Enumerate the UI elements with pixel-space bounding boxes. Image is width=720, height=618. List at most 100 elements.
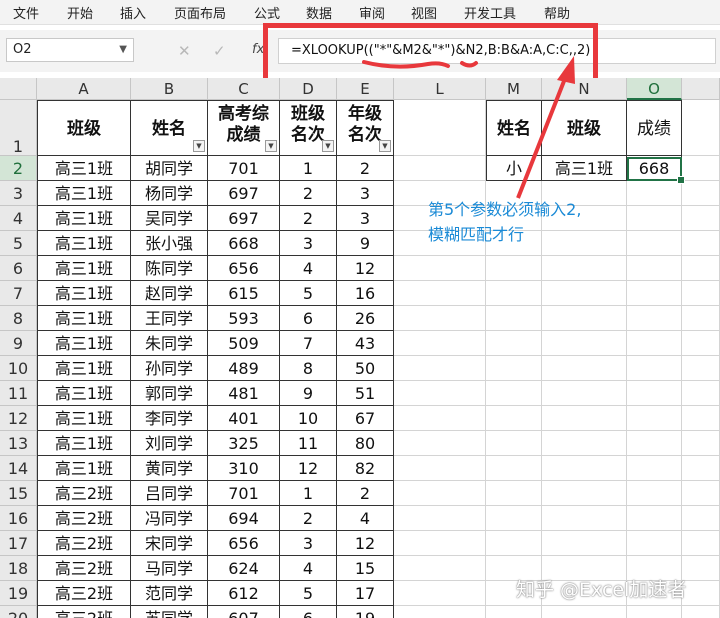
table-cell[interactable]: 郭同学 [131, 381, 208, 406]
row-header[interactable]: 9 [0, 331, 37, 356]
table-cell[interactable]: 593 [208, 306, 280, 331]
row-header[interactable]: 15 [0, 481, 37, 506]
table-cell[interactable]: 509 [208, 331, 280, 356]
cell[interactable] [486, 506, 542, 531]
table-cell[interactable]: 高三1班 [37, 381, 131, 406]
table-cell[interactable]: 杨同学 [131, 181, 208, 206]
table-cell[interactable]: 2 [280, 506, 337, 531]
table-cell[interactable]: 401 [208, 406, 280, 431]
table-cell[interactable]: 高三2班 [37, 606, 131, 618]
table-cell[interactable]: 481 [208, 381, 280, 406]
table-cell[interactable]: 苏同学 [131, 606, 208, 618]
menu-help[interactable]: 帮助 [544, 3, 570, 22]
cell[interactable] [394, 506, 486, 531]
cell[interactable] [394, 606, 486, 618]
table-cell[interactable]: 高三1班 [37, 356, 131, 381]
cell[interactable] [627, 356, 682, 381]
cell[interactable] [486, 356, 542, 381]
fill-handle[interactable] [677, 176, 685, 184]
table-cell[interactable]: 701 [208, 481, 280, 506]
column-header-l[interactable]: L [394, 78, 486, 100]
filter-dropdown-icon[interactable]: ▼ [322, 140, 334, 152]
table-cell[interactable]: 4 [280, 256, 337, 281]
table-cell[interactable]: 2 [337, 156, 394, 181]
cell[interactable] [627, 306, 682, 331]
cell[interactable] [682, 381, 720, 406]
active-cell-border[interactable] [627, 157, 682, 181]
cell[interactable] [394, 406, 486, 431]
table-cell[interactable]: 高三1班 [37, 306, 131, 331]
table-cell[interactable]: 2 [280, 181, 337, 206]
lookup-value-cell[interactable]: 小 [486, 156, 542, 181]
column-header-b[interactable]: B [131, 78, 208, 100]
table-cell[interactable]: 孙同学 [131, 356, 208, 381]
table-cell[interactable]: 高三1班 [37, 431, 131, 456]
table-cell[interactable]: 高三1班 [37, 156, 131, 181]
table-cell[interactable]: 5 [280, 281, 337, 306]
table-cell[interactable]: 胡同学 [131, 156, 208, 181]
table-cell[interactable]: 3 [280, 231, 337, 256]
table-cell[interactable]: 马同学 [131, 556, 208, 581]
table-cell[interactable]: 325 [208, 431, 280, 456]
menu-view[interactable]: 视图 [411, 3, 437, 22]
table-cell[interactable]: 80 [337, 431, 394, 456]
table-header-cell[interactable]: 班级 名次 ▼ [280, 100, 337, 156]
cell[interactable] [682, 100, 720, 156]
cell[interactable] [486, 431, 542, 456]
name-box[interactable]: O2 ▼ [6, 38, 134, 62]
row-header[interactable]: 18 [0, 556, 37, 581]
table-cell[interactable]: 694 [208, 506, 280, 531]
lookup-header-cell[interactable]: 成绩 [627, 100, 682, 156]
menu-page-layout[interactable]: 页面布局 [174, 3, 226, 22]
table-cell[interactable]: 高三2班 [37, 481, 131, 506]
menu-review[interactable]: 审阅 [359, 3, 385, 22]
column-header-o[interactable]: O [627, 78, 682, 100]
table-cell[interactable]: 697 [208, 181, 280, 206]
table-cell[interactable]: 9 [337, 231, 394, 256]
menu-data[interactable]: 数据 [306, 3, 332, 22]
column-header-c[interactable]: C [208, 78, 280, 100]
table-cell[interactable]: 607 [208, 606, 280, 618]
table-cell[interactable]: 12 [337, 256, 394, 281]
table-cell[interactable]: 12 [337, 531, 394, 556]
cell[interactable] [542, 331, 627, 356]
cell[interactable] [394, 456, 486, 481]
cell[interactable] [682, 206, 720, 231]
cell[interactable] [627, 456, 682, 481]
cell[interactable] [486, 606, 542, 618]
cell[interactable] [542, 406, 627, 431]
column-header-n[interactable]: N [542, 78, 627, 100]
table-cell[interactable]: 10 [280, 406, 337, 431]
table-cell[interactable]: 615 [208, 281, 280, 306]
table-cell[interactable]: 1 [280, 481, 337, 506]
table-cell[interactable]: 12 [280, 456, 337, 481]
row-header[interactable]: 13 [0, 431, 37, 456]
table-cell[interactable]: 4 [337, 506, 394, 531]
table-cell[interactable]: 高三2班 [37, 531, 131, 556]
row-header[interactable]: 11 [0, 381, 37, 406]
cell[interactable] [627, 331, 682, 356]
menu-file[interactable]: 文件 [13, 3, 39, 22]
table-cell[interactable]: 701 [208, 156, 280, 181]
table-cell[interactable]: 656 [208, 256, 280, 281]
table-header-cell[interactable]: 高考综 成绩 ▼ [208, 100, 280, 156]
cell[interactable] [542, 431, 627, 456]
table-cell[interactable]: 15 [337, 556, 394, 581]
cell[interactable] [486, 456, 542, 481]
table-cell[interactable]: 高三1班 [37, 406, 131, 431]
row-header[interactable]: 3 [0, 181, 37, 206]
table-cell[interactable]: 43 [337, 331, 394, 356]
filter-dropdown-icon[interactable]: ▼ [193, 140, 205, 152]
cell[interactable] [627, 606, 682, 618]
table-cell[interactable]: 67 [337, 406, 394, 431]
row-header[interactable]: 7 [0, 281, 37, 306]
table-cell[interactable]: 489 [208, 356, 280, 381]
table-cell[interactable]: 刘同学 [131, 431, 208, 456]
cell[interactable] [542, 606, 627, 618]
table-cell[interactable]: 51 [337, 381, 394, 406]
cell[interactable] [627, 506, 682, 531]
cell[interactable] [486, 531, 542, 556]
table-cell[interactable]: 宋同学 [131, 531, 208, 556]
cell[interactable] [394, 481, 486, 506]
menu-formulas[interactable]: 公式 [254, 3, 280, 22]
